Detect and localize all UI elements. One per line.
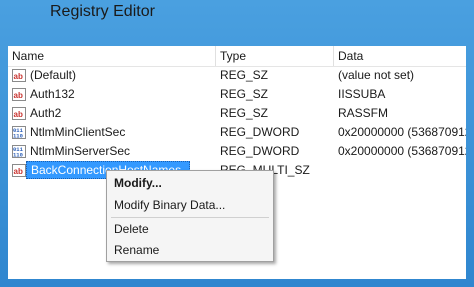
menu-item-modify-binary-data[interactable]: Modify Binary Data... — [107, 194, 273, 216]
value-data: IISSUBA — [338, 87, 386, 101]
value-data: RASSFM — [338, 106, 389, 120]
window-title: Registry Editor — [50, 3, 155, 20]
svg-text:110: 110 — [13, 133, 23, 140]
string-value-icon: ab — [12, 107, 26, 120]
string-value-icon: ab — [12, 88, 26, 101]
value-type: REG_DWORD — [220, 144, 300, 158]
table-row[interactable]: ab Auth132 REG_SZ IISSUBA — [8, 85, 466, 104]
value-data: 0x20000000 (536870912) — [338, 125, 466, 139]
svg-text:ab: ab — [14, 110, 23, 119]
value-type: REG_DWORD — [220, 125, 300, 139]
table-row[interactable]: ab (Default) REG_SZ (value not set) — [8, 66, 466, 85]
svg-text:ab: ab — [14, 167, 23, 176]
string-value-icon: ab — [12, 69, 26, 82]
value-type: REG_SZ — [220, 87, 269, 101]
value-data: 0x20000000 (536870912) — [338, 144, 466, 158]
svg-text:ab: ab — [14, 72, 23, 81]
column-header-type[interactable]: Type — [216, 46, 334, 66]
column-header-name[interactable]: Name — [8, 46, 216, 66]
binary-value-icon: 011 110 — [12, 145, 26, 158]
table-row[interactable]: ab Auth2 REG_SZ RASSFM — [8, 104, 466, 123]
value-name: Auth132 — [30, 87, 75, 101]
registry-editor-window: Registry Editor Name Type Data ab (Defau… — [0, 0, 474, 287]
column-header-data[interactable]: Data — [334, 46, 466, 66]
value-data: (value not set) — [338, 68, 415, 82]
value-name: Auth2 — [30, 106, 62, 120]
string-value-icon: ab — [12, 164, 26, 177]
menu-item-delete[interactable]: Delete — [107, 218, 273, 240]
svg-text:110: 110 — [13, 152, 23, 159]
binary-value-icon: 011 110 — [12, 126, 26, 139]
value-type: REG_SZ — [220, 68, 269, 82]
table-row[interactable]: 011 110 NtlmMinClientSec REG_DWORD 0x200… — [8, 123, 466, 142]
menu-item-rename[interactable]: Rename — [107, 239, 273, 261]
list-header: Name Type Data — [8, 46, 466, 67]
value-name: (Default) — [30, 68, 77, 82]
value-name: NtlmMinServerSec — [30, 144, 131, 158]
svg-text:ab: ab — [14, 91, 23, 100]
menu-item-modify[interactable]: Modify... — [107, 172, 273, 194]
table-row[interactable]: 011 110 NtlmMinServerSec REG_DWORD 0x200… — [8, 142, 466, 161]
context-menu: Modify... Modify Binary Data... Delete R… — [106, 170, 274, 262]
value-name: NtlmMinClientSec — [30, 125, 126, 139]
value-type: REG_SZ — [220, 106, 269, 120]
